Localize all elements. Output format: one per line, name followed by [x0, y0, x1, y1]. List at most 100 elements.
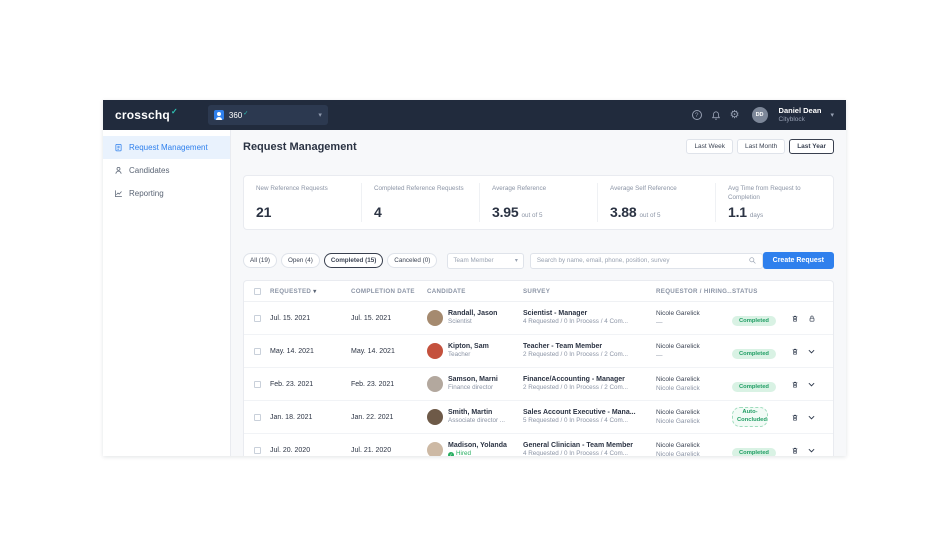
gear-icon[interactable]: ⚙: [730, 110, 740, 121]
filter-tab-all[interactable]: All (19): [243, 253, 277, 268]
search-icon: [749, 257, 756, 264]
last-week-button[interactable]: Last Week: [686, 139, 733, 154]
team-member-dropdown[interactable]: Team Member ▾: [447, 253, 523, 269]
hiring-manager: Nicole Garelick: [656, 384, 732, 393]
time-filter-group: Last Week Last Month Last Year: [686, 139, 834, 154]
crosschq-logo: crosschq ✓: [115, 108, 178, 122]
person-icon: [114, 166, 123, 175]
stat-label: Avg Time from Request to Completion: [728, 185, 821, 203]
last-year-button[interactable]: Last Year: [789, 139, 834, 154]
survey-title: General Clinician - Team Member: [523, 441, 656, 450]
column-label: Candidate: [427, 288, 466, 295]
select-all-checkbox[interactable]: [254, 288, 261, 295]
avatar[interactable]: DD: [752, 107, 768, 123]
candidate-title: Associate director ...: [448, 417, 505, 425]
help-icon[interactable]: ?: [692, 110, 702, 120]
stat-label: Average Self Reference: [610, 185, 703, 203]
chevron-down-icon: ▾: [515, 257, 518, 264]
trash-icon[interactable]: [791, 380, 799, 389]
column-header-candidate: Candidate: [427, 288, 523, 295]
column-header-requested[interactable]: Requested▾: [270, 288, 351, 295]
column-header-survey: Survey: [523, 288, 656, 295]
search-box: [530, 253, 763, 269]
clipboard-icon: [114, 143, 123, 152]
page-header: Request Management Last Week Last Month …: [243, 139, 834, 154]
requestor-name: Nicole Garelick: [656, 375, 732, 384]
filter-tab-open[interactable]: Open (4): [281, 253, 320, 268]
completion-date: May. 14. 2021: [351, 348, 427, 355]
table-header: Requested▾ Completion Date Candidate Sur…: [244, 281, 833, 302]
row-checkbox[interactable]: [254, 381, 261, 388]
page-title: Request Management: [243, 141, 357, 153]
create-request-button[interactable]: Create Request: [763, 252, 834, 269]
filter-tab-completed[interactable]: Completed (15): [324, 253, 383, 268]
survey-detail: 5 Requested / 0 In Process / 4 Com...: [523, 417, 656, 425]
stat-value: 3.95: [492, 204, 518, 220]
stat-completed-reference-requests: Completed Reference Requests 4: [361, 183, 479, 222]
bell-icon[interactable]: [711, 110, 721, 121]
trash-icon[interactable]: [791, 347, 799, 356]
stat-suffix: out of 5: [639, 212, 660, 219]
chevron-down-icon: ▾: [318, 111, 322, 119]
chevron-down-icon[interactable]: [808, 415, 815, 420]
trash-icon[interactable]: [791, 314, 799, 323]
status-badge: Completed: [732, 448, 776, 456]
survey-detail: 4 Requested / 0 In Process / 4 Com...: [523, 450, 656, 456]
survey-title: Teacher - Team Member: [523, 342, 656, 351]
row-checkbox[interactable]: [254, 348, 261, 355]
completion-date: Jul. 21. 2020: [351, 447, 427, 454]
candidate-name: Samson, Marni: [448, 375, 498, 384]
search-input[interactable]: [537, 257, 745, 264]
product-selector-dropdown[interactable]: 360 ✓ ▾: [208, 105, 328, 125]
status-badge: Completed: [732, 316, 776, 326]
lock-icon[interactable]: [808, 314, 816, 323]
row-checkbox[interactable]: [254, 447, 261, 454]
completion-date: Jan. 22. 2021: [351, 414, 427, 421]
filter-tab-canceled[interactable]: Canceled (0): [387, 253, 437, 268]
chevron-down-icon[interactable]: [808, 349, 815, 354]
completion-date: Feb. 23. 2021: [351, 381, 427, 388]
user-menu[interactable]: Daniel Dean Cityblock: [779, 107, 822, 123]
requestor-name: Nicole Garelick: [656, 408, 732, 417]
stat-value: 4: [374, 204, 382, 220]
stat-label: Completed Reference Requests: [374, 185, 467, 203]
sidebar: Request Management Candidates Reporting: [103, 130, 231, 456]
survey-detail: 2 Requested / 0 In Process / 2 Com...: [523, 384, 656, 392]
stat-value: 3.88: [610, 204, 636, 220]
hired-label: Hired: [456, 450, 471, 456]
stat-avg-time-to-completion: Avg Time from Request to Completion 1.1 …: [715, 183, 833, 222]
trash-icon[interactable]: [791, 413, 799, 422]
table-row: May. 14. 2021 May. 14. 2021 Kipton, Sam …: [244, 335, 833, 368]
logo-text: crosschq: [115, 108, 170, 122]
survey-title: Sales Account Executive - Mana...: [523, 408, 656, 417]
row-checkbox[interactable]: [254, 414, 261, 421]
badge-360-icon: [214, 110, 224, 120]
chevron-down-icon[interactable]: ▾: [830, 111, 834, 119]
hiring-manager: Nicole Garelick: [656, 450, 732, 456]
trash-icon[interactable]: [791, 446, 799, 455]
candidate-avatar: [427, 343, 443, 359]
column-header-requestor: Requestor / Hiring...: [656, 288, 732, 295]
sidebar-item-request-management[interactable]: Request Management: [103, 136, 230, 159]
row-checkbox[interactable]: [254, 315, 261, 322]
chevron-down-icon[interactable]: [808, 382, 815, 387]
stat-label: Average Reference: [492, 185, 585, 203]
stat-label: New Reference Requests: [256, 185, 349, 203]
column-label: Requested: [270, 288, 311, 295]
sidebar-item-reporting[interactable]: Reporting: [103, 182, 230, 205]
candidate-avatar: [427, 442, 443, 456]
column-label: Survey: [523, 288, 550, 295]
candidate-title: Finance director: [448, 384, 498, 392]
requested-date: Jan. 18. 2021: [270, 414, 351, 421]
topbar-actions: ? ⚙ DD Daniel Dean Cityblock ▾: [692, 107, 834, 123]
sidebar-item-candidates[interactable]: Candidates: [103, 159, 230, 182]
candidate-name: Madison, Yolanda: [448, 441, 507, 450]
chevron-down-icon[interactable]: [808, 448, 815, 453]
column-header-completion-date: Completion Date: [351, 288, 427, 295]
user-company: Cityblock: [779, 116, 822, 123]
app-window: crosschq ✓ 360 ✓ ▾ ? ⚙ DD Daniel Dean Ci…: [103, 100, 846, 456]
completion-date: Jul. 15. 2021: [351, 315, 427, 322]
survey-detail: 4 Requested / 0 In Process / 4 Com...: [523, 318, 656, 326]
last-month-button[interactable]: Last Month: [737, 139, 785, 154]
candidate-title: Scientist: [448, 318, 497, 326]
